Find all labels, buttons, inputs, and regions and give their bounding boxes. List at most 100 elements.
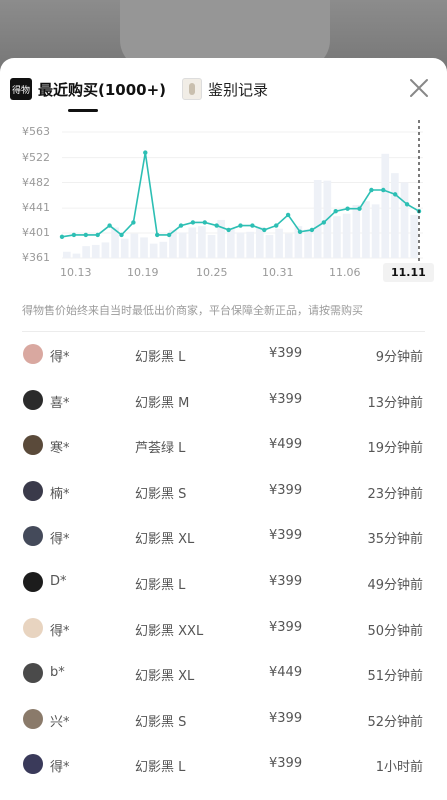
volume-bar (362, 201, 370, 258)
purchase-price: ¥499 (269, 437, 303, 453)
x-tick-label: 10.13 (60, 266, 92, 279)
price-point (309, 227, 315, 233)
purchase-price: ¥399 (269, 391, 303, 407)
tab-recent-purchases-label: 最近购买(1000+) (38, 80, 167, 99)
purchase-time: 52分钟前 (367, 714, 423, 730)
avatar (23, 480, 43, 501)
purchase-time: 49分钟前 (367, 578, 423, 593)
purchase-row: 得* 幻影黑 XL ¥399 35分钟前 (0, 514, 447, 559)
volume-bar (333, 216, 341, 258)
purchase-price: ¥449 (269, 665, 303, 681)
volume-bar (265, 234, 274, 258)
volume-bar (207, 234, 216, 258)
buyer-name: 得* (50, 532, 70, 548)
x-tick-label: 10.31 (262, 266, 294, 279)
volume-bar (178, 232, 187, 258)
volume-bar (82, 246, 90, 258)
price-point (202, 220, 207, 225)
product-variant: 幻影黑 XL (135, 669, 195, 685)
price-point (393, 192, 398, 197)
product-variant: 幻影黑 M (135, 395, 190, 411)
purchase-history-sheet: 得物 最近购买(1000+) 鉴别记录 ¥563 ¥522 ¥482 ¥441 ¥401… (0, 58, 447, 800)
price-point (345, 206, 350, 211)
price-point (321, 220, 326, 225)
avatar (23, 617, 43, 638)
y-tick-label: ¥361 (22, 251, 50, 264)
purchase-row: 得* 幻影黑 L ¥399 9分钟前 (0, 332, 447, 377)
purchase-row: b* 幻影黑 XL ¥449 51分钟前 (0, 651, 447, 696)
price-chart-svg (59, 120, 423, 270)
volume-bar (371, 204, 380, 258)
buyer-name: b* (50, 665, 65, 681)
purchase-time: 23分钟前 (367, 486, 423, 502)
volume-bar (149, 243, 158, 258)
purchase-row: 兴* 幻影黑 S ¥399 52分钟前 (0, 697, 447, 742)
avatar (23, 526, 43, 547)
price-point (131, 220, 136, 225)
y-tick-label: ¥401 (22, 226, 50, 240)
purchase-time: 51分钟前 (367, 669, 423, 685)
y-tick-label: ¥563 (22, 125, 50, 138)
purchase-time: 1小时前 (375, 760, 423, 776)
close-button[interactable] (407, 76, 431, 100)
price-point (274, 223, 279, 228)
purchase-time: 13分钟前 (367, 395, 423, 411)
purchase-row: 得* 幻影黑 L ¥399 1小时前 (0, 742, 447, 787)
x-tick-label: 10.19 (127, 266, 159, 279)
price-point (250, 223, 255, 228)
price-point (262, 227, 267, 233)
avatar (23, 572, 43, 592)
volume-bar (140, 237, 148, 258)
purchase-time: 35分钟前 (367, 532, 423, 548)
product-thumbnail-icon (182, 78, 202, 100)
x-tick-label: 11.06 (329, 266, 361, 279)
volume-bar (342, 213, 351, 258)
volume-bar (188, 227, 197, 258)
buyer-name: 寒* (50, 441, 70, 457)
avatar (23, 389, 43, 410)
volume-bar (381, 153, 390, 258)
price-point (333, 209, 338, 214)
price-point (155, 232, 160, 238)
purchase-price: ¥399 (269, 710, 303, 726)
y-tick-label: ¥482 (22, 175, 50, 189)
tab-recent-purchases[interactable]: 得物 最近购买(1000+) (10, 76, 166, 102)
purchase-time: 19分钟前 (367, 441, 423, 457)
avatar (23, 708, 43, 729)
buyer-name: 得* (50, 350, 70, 365)
product-variant: 幻影黑 L (135, 578, 186, 593)
product-variant: 芦荟绿 L (135, 441, 186, 457)
purchase-row: D* 幻影黑 L ¥399 49分钟前 (0, 560, 447, 605)
volume-bar (255, 226, 264, 258)
buyer-name: 得* (50, 760, 70, 776)
volume-bar (236, 232, 245, 258)
price-point (95, 232, 100, 238)
purchase-price: ¥399 (269, 574, 303, 589)
purchase-row: 得* 幻影黑 XXL ¥399 50分钟前 (0, 606, 447, 651)
purchase-row: 楠* 幻影黑 S ¥399 23分钟前 (0, 469, 447, 514)
volume-bar (400, 182, 409, 258)
volume-bar (227, 228, 235, 258)
volume-bar (120, 238, 129, 258)
purchase-price: ¥399 (269, 528, 303, 544)
price-chart[interactable]: ¥563 ¥522 ¥482 ¥441 ¥401 ¥361 10.13 10.19 10.25… (0, 120, 447, 356)
price-disclaimer: 得物售价始终来自当时最低出价商家，平台保障全新正品，请按需购买 (22, 304, 363, 317)
volume-bar (313, 180, 322, 258)
product-variant: 幻影黑 XL (135, 532, 195, 548)
price-point (166, 232, 172, 238)
buyer-name: 喜* (50, 395, 70, 411)
product-variant: 幻影黑 L (135, 350, 186, 365)
tab-bar: 得物 最近购买(1000+) 鉴别记录 (0, 58, 447, 118)
price-point (190, 220, 196, 225)
volume-bar (130, 233, 139, 258)
buyer-name: 楠* (50, 486, 70, 502)
price-point (214, 223, 219, 228)
volume-bar (391, 173, 399, 258)
purchase-row: 喜* 幻影黑 M ¥399 13分钟前 (0, 378, 447, 423)
volume-bar (410, 214, 418, 258)
tab-authentication-records[interactable]: 鉴别记录 (182, 76, 268, 102)
price-point (226, 227, 231, 233)
price-point (119, 232, 124, 238)
buyer-name: 兴* (50, 714, 70, 730)
avatar (23, 344, 43, 364)
